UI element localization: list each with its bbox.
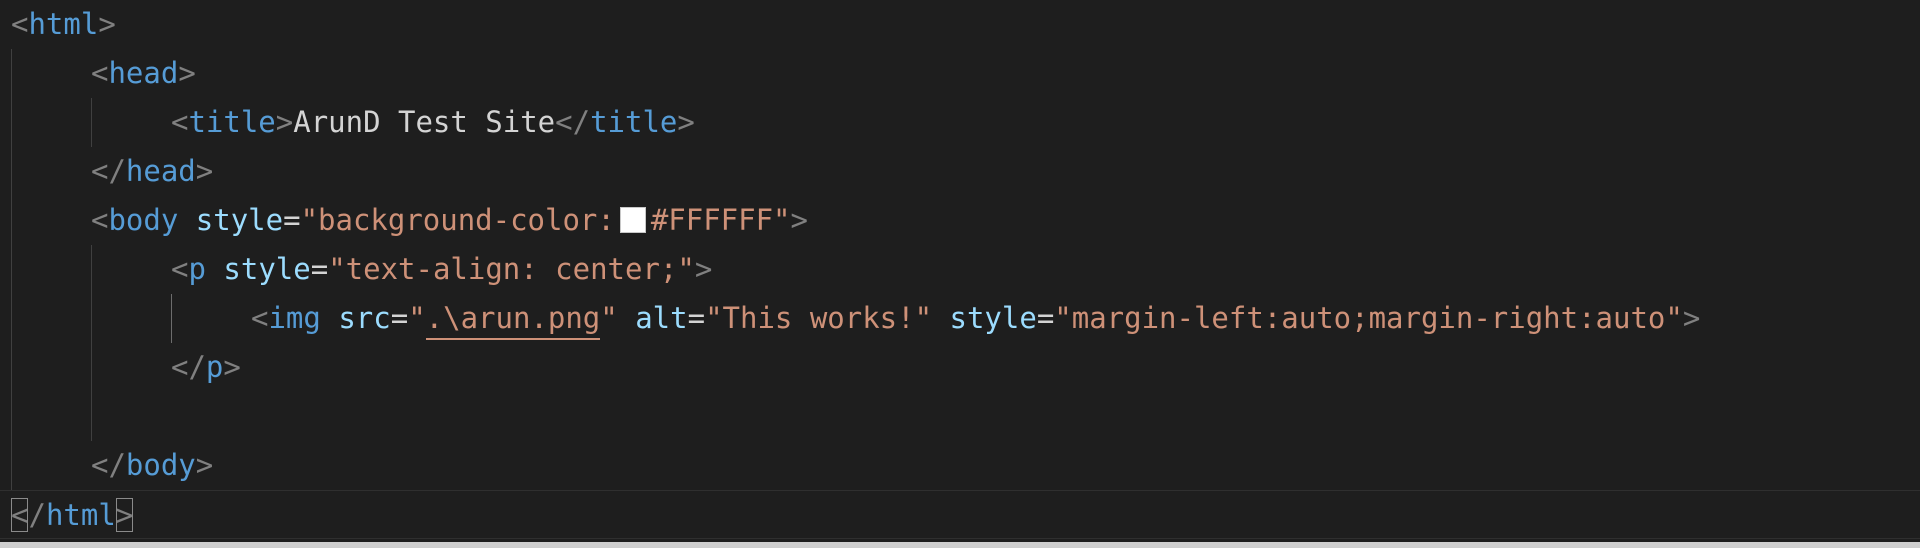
code-line[interactable]: </p> — [171, 343, 241, 392]
tag-name: title — [590, 105, 678, 139]
code-line[interactable]: <body style="background-color: #FFFFFF"> — [91, 196, 808, 245]
attribute-value: "text-align: center;" — [328, 252, 695, 286]
code-line[interactable]: </body> — [91, 441, 213, 490]
bottom-border — [0, 542, 1920, 548]
indent-guide-active — [171, 294, 172, 343]
attribute-value: "margin-left:auto;margin-right:auto" — [1054, 301, 1683, 335]
code-line-current[interactable]: </html> — [0, 490, 1920, 539]
attribute-name: style — [223, 252, 311, 286]
bracket-match-highlight: < — [11, 498, 29, 532]
tag-name: img — [268, 301, 321, 335]
attribute-name: style — [949, 301, 1037, 335]
tag-name: head — [108, 56, 179, 90]
code-line[interactable]: <head> — [91, 49, 196, 98]
code-line[interactable]: <title>ArunD Test Site</title> — [171, 98, 695, 147]
attribute-name: src — [338, 301, 391, 335]
color-swatch-icon[interactable] — [619, 207, 646, 233]
tag-name: p — [188, 252, 206, 286]
code-line[interactable]: </head> — [91, 147, 213, 196]
attribute-name: style — [195, 203, 284, 237]
tag-name: html — [28, 7, 99, 41]
bracket-match-highlight: > — [115, 498, 134, 532]
src-path-link[interactable]: .\arun.png — [425, 301, 601, 340]
tag-name: html — [45, 498, 116, 532]
code-line[interactable]: <html> — [11, 0, 116, 49]
tag-name: body — [108, 203, 179, 237]
title-text: ArunD Test Site — [293, 105, 556, 139]
code-editor[interactable]: <html> <head> <title>ArunD Test Site</ti… — [0, 0, 1920, 548]
indent-guide — [91, 98, 92, 147]
tag-name: p — [205, 350, 224, 384]
attribute-value: #FFFFFF" — [650, 203, 791, 237]
code-line[interactable]: <img src=".\arun.png" alt="This works!" … — [251, 294, 1700, 343]
indent-guide — [11, 49, 12, 490]
tag-name: body — [125, 448, 196, 482]
attribute-value: "This works!" — [705, 301, 933, 335]
attribute-name: alt — [635, 301, 688, 335]
tag-name: title — [188, 105, 276, 139]
indent-guide — [91, 245, 92, 441]
code-line[interactable]: <p style="text-align: center;"> — [171, 245, 712, 294]
tag-name: head — [125, 154, 196, 188]
attribute-value: "background-color: — [300, 203, 615, 237]
